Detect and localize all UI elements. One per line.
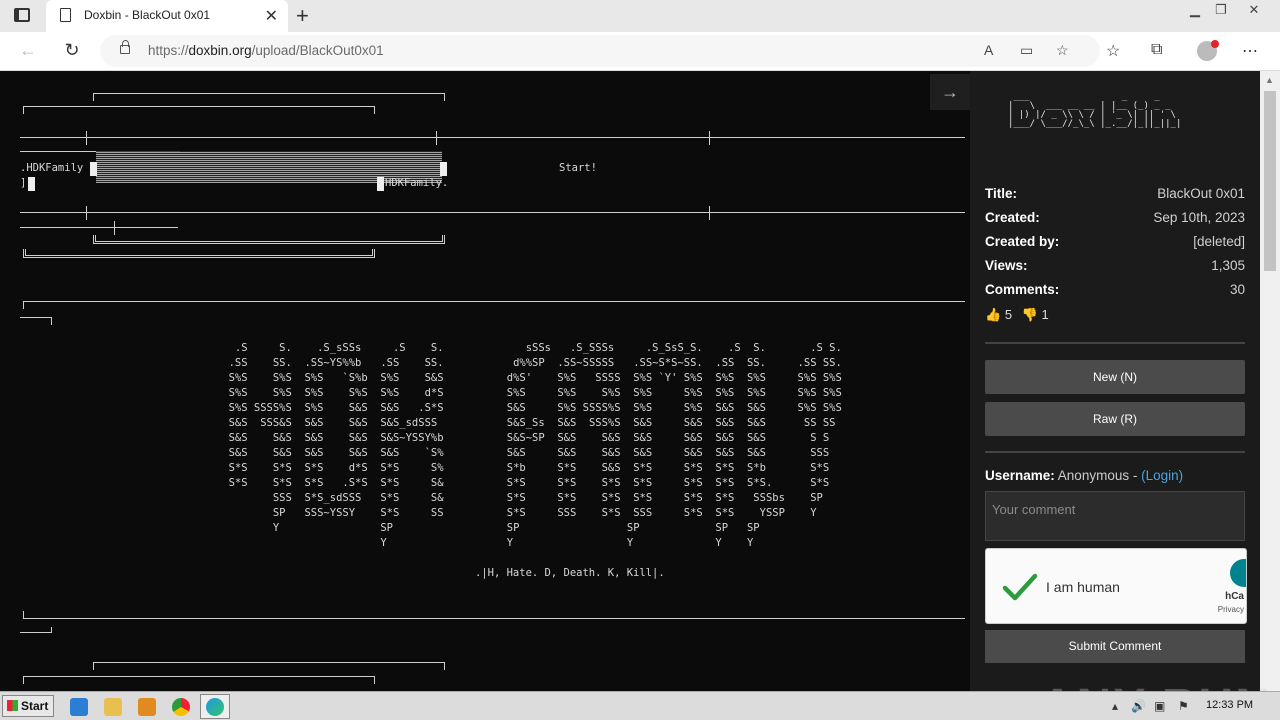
tab-actions-icon[interactable] [14, 8, 30, 22]
hcaptcha-logo-icon [1230, 559, 1246, 587]
username-line: Username: Anonymous - (Login) [985, 468, 1184, 483]
frame-line [20, 137, 965, 138]
captcha-label: I am human [1046, 579, 1120, 595]
doxbin-logo: ___ _ _ | \ ___ __ __ | |__ (_) _ _ | |)… [1008, 92, 1182, 129]
media-player-icon[interactable] [138, 698, 156, 716]
sidebar: ___ _ _ | \ ___ __ __ | |__ (_) _ _ | |)… [970, 71, 1260, 691]
submit-comment-button[interactable]: Submit Comment [985, 630, 1245, 663]
hdk-left-label: .HDKFamily ] [20, 162, 84, 189]
frame-line [20, 627, 52, 633]
tray-flag-icon[interactable]: ▴ [1112, 699, 1118, 713]
frame-line [93, 93, 445, 101]
start-button[interactable]: Start [2, 695, 54, 717]
checkmark-icon [1002, 573, 1038, 601]
meta-title: Title: BlackOut 0x01 [985, 186, 1245, 201]
favorites-icon[interactable]: ☆ [1106, 41, 1120, 61]
hcaptcha-widget[interactable]: I am human hCa Privacy [985, 548, 1247, 624]
lock-icon[interactable] [120, 40, 130, 54]
start-label: Start! [559, 162, 597, 174]
frame-line [23, 106, 375, 114]
meta-comments: Comments: 30 [985, 282, 1245, 297]
read-aloud-icon[interactable]: A [984, 42, 993, 58]
meta-created: Created: Sep 10th, 2023 [985, 210, 1245, 225]
hcaptcha-privacy-link[interactable]: Privacy [1218, 605, 1244, 614]
frame-line [20, 212, 965, 213]
thumbs-up-icon[interactable]: 👍 [985, 307, 1001, 322]
browser-nav-bar: ← ↻ https://doxbin.org/upload/BlackOut0x… [0, 32, 1280, 71]
big-ascii-banner: .S S. .S_sSSs .S S. sSSs .S_SSSs .S_SsS_… [228, 342, 842, 549]
frame-tick [709, 131, 710, 145]
frame-line [23, 249, 375, 258]
close-window-icon[interactable]: ✕ [1243, 2, 1265, 18]
collections-icon[interactable]: ⧉ [1151, 41, 1162, 59]
frame-line [93, 662, 445, 670]
dislike-count: 1 [1041, 307, 1049, 322]
watermark: ANY RUN [1040, 679, 1272, 691]
thumbs-down-icon[interactable]: 👎 [1022, 307, 1038, 322]
close-tab-icon[interactable]: ✕ [265, 6, 278, 26]
browser-tab[interactable]: Doxbin - BlackOut 0x01 ✕ [46, 0, 288, 32]
frame-line [23, 301, 965, 309]
like-count: 5 [1004, 307, 1013, 322]
solid-block [90, 162, 97, 176]
tagline: .|H, Hate. D, Death. K, Kill|. [475, 567, 665, 579]
meta-created-by: Created by: [deleted] [985, 234, 1245, 249]
hdk-right-label: HDKFamily. [385, 177, 449, 189]
frame-line [20, 317, 52, 325]
divider [985, 342, 1245, 344]
more-menu-icon[interactable]: ⋯ [1242, 41, 1258, 61]
network-icon[interactable]: ▣ [1154, 699, 1165, 713]
folder-icon[interactable] [104, 698, 122, 716]
frame-tick [436, 131, 437, 145]
scroll-thumb[interactable] [1264, 91, 1276, 271]
edge-taskbar-button[interactable] [200, 694, 230, 719]
scroll-up-icon[interactable]: ▲ [1265, 75, 1274, 85]
solid-block [377, 177, 384, 191]
paste-content: .HDKFamily ] HDKFamily. Start! .S S. .S_… [0, 71, 970, 691]
browser-tab-bar: Doxbin - BlackOut 0x01 ✕ + ▁ ❐ ✕ [0, 0, 1280, 32]
address-bar[interactable]: https://doxbin.org/upload/BlackOut0x01 A… [100, 35, 1100, 67]
taskbar: Start ▴ 🔊 ▣ ⚑ 12:33 PM [0, 691, 1280, 720]
tab-title: Doxbin - BlackOut 0x01 [84, 8, 211, 22]
ie-icon[interactable] [70, 698, 88, 716]
collapse-sidebar-button[interactable]: → [930, 74, 970, 110]
frame-tick [114, 221, 115, 235]
divider [985, 451, 1245, 453]
hcaptcha-brand: hCa [1225, 591, 1244, 602]
refresh-icon[interactable]: ↻ [60, 40, 84, 61]
add-favorite-icon[interactable]: ☆ [1056, 42, 1069, 59]
frame-tick [86, 131, 87, 145]
chrome-icon[interactable] [172, 698, 190, 716]
volume-icon[interactable]: 🔊 [1131, 699, 1146, 713]
frame-tick [86, 206, 87, 220]
raw-button[interactable]: Raw (R) [985, 402, 1245, 436]
frame-line [20, 227, 178, 228]
url-text[interactable]: https://doxbin.org/upload/BlackOut0x01 [148, 43, 384, 58]
comment-input[interactable]: Your comment [985, 491, 1245, 541]
frame-tick [709, 206, 710, 220]
scrollbar[interactable]: ▲ [1260, 71, 1280, 691]
frame-line [23, 611, 965, 619]
page-icon [60, 8, 71, 22]
meta-views: Views: 1,305 [985, 258, 1245, 273]
restore-icon[interactable]: ❐ [1210, 2, 1232, 18]
profile-avatar[interactable] [1197, 40, 1219, 61]
page-content: .HDKFamily ] HDKFamily. Start! .S S. .S_… [0, 71, 1280, 691]
action-center-icon[interactable]: ⚑ [1178, 699, 1189, 713]
back-icon[interactable]: ← [16, 40, 40, 61]
new-paste-button[interactable]: New (N) [985, 360, 1245, 394]
frame-line [93, 235, 445, 244]
votes: 👍 5 👎 1 [985, 307, 1049, 323]
clock: 12:33 PM [1206, 699, 1254, 711]
solid-block [440, 162, 447, 176]
login-link[interactable]: (Login) [1141, 468, 1183, 483]
new-tab-icon[interactable]: + [296, 3, 309, 29]
minimize-icon[interactable]: ▁ [1184, 2, 1206, 18]
edge-icon [206, 698, 224, 716]
immersive-reader-icon[interactable]: ▭ [1020, 42, 1033, 59]
frame-line [23, 676, 375, 684]
